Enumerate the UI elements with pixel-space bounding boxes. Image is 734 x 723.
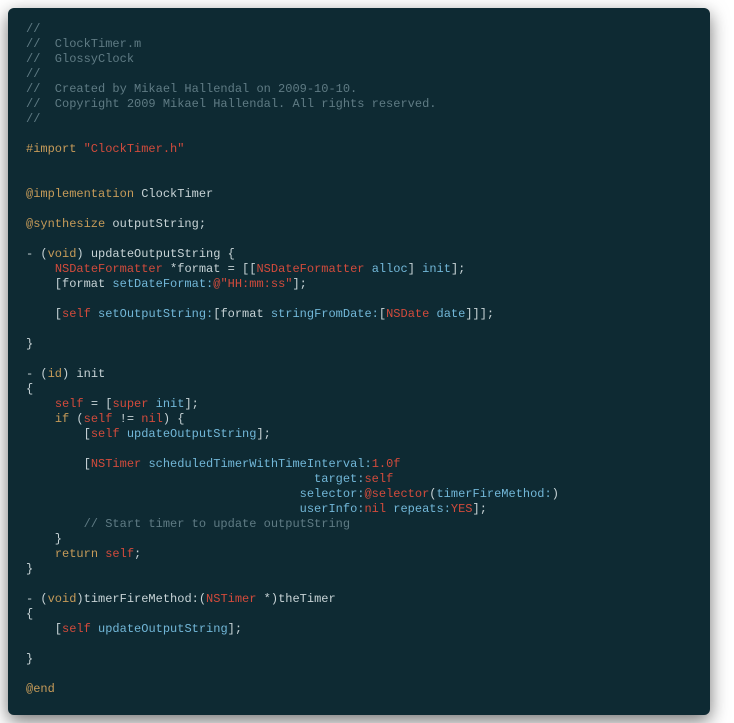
type-name: NSDate bbox=[386, 307, 429, 321]
method-signature: *)theTimer bbox=[256, 592, 335, 606]
selector: repeats: bbox=[393, 502, 451, 516]
string-literal: "HH:mm:ss" bbox=[220, 277, 292, 291]
end-keyword: @end bbox=[26, 682, 55, 696]
code-text: [format bbox=[213, 307, 271, 321]
comment-line: // bbox=[26, 67, 40, 81]
selector: init bbox=[422, 262, 451, 276]
self-keyword: self bbox=[62, 307, 91, 321]
selector: init bbox=[156, 397, 185, 411]
code-text bbox=[26, 412, 55, 426]
method-signature: ) updateOutputString { bbox=[76, 247, 234, 261]
code-text: ]; bbox=[256, 427, 270, 441]
type-name: NSTimer bbox=[91, 457, 141, 471]
code-text: = [ bbox=[84, 397, 113, 411]
code-text bbox=[429, 307, 436, 321]
comment-line: // bbox=[26, 22, 40, 36]
code-text: ]]]; bbox=[465, 307, 494, 321]
synthesize-keyword: @synthesize bbox=[26, 217, 105, 231]
super-keyword: super bbox=[112, 397, 148, 411]
method-signature: ) init bbox=[62, 367, 105, 381]
return-type: void bbox=[48, 592, 77, 606]
code-editor-view: // // ClockTimer.m // GlossyClock // // … bbox=[8, 8, 710, 715]
nil-keyword: nil bbox=[141, 412, 163, 426]
selector: date bbox=[437, 307, 466, 321]
property-name: outputString; bbox=[105, 217, 206, 231]
code-text: *format = [[ bbox=[163, 262, 257, 276]
code-block: // // ClockTimer.m // GlossyClock // // … bbox=[26, 22, 692, 697]
selector: updateOutputString bbox=[127, 427, 257, 441]
import-keyword: #import bbox=[26, 142, 84, 156]
method-signature: - ( bbox=[26, 592, 48, 606]
selector: target: bbox=[314, 472, 364, 486]
self-keyword: self bbox=[364, 472, 393, 486]
selector: stringFromDate: bbox=[271, 307, 379, 321]
code-text bbox=[26, 262, 55, 276]
comment-line: // bbox=[26, 112, 40, 126]
selector: setOutputString: bbox=[98, 307, 213, 321]
code-text bbox=[91, 307, 98, 321]
selector: scheduledTimerWithTimeInterval: bbox=[148, 457, 371, 471]
brace-close: } bbox=[26, 562, 33, 576]
method-signature: )timerFireMethod:( bbox=[76, 592, 206, 606]
code-text: != bbox=[112, 412, 141, 426]
code-text: ] bbox=[408, 262, 422, 276]
code-text: ]; bbox=[292, 277, 306, 291]
return-keyword: return bbox=[55, 547, 98, 561]
brace-close: } bbox=[26, 337, 33, 351]
number-literal: 1.0f bbox=[372, 457, 401, 471]
selector: selector: bbox=[300, 487, 365, 501]
nil-keyword: nil bbox=[364, 502, 386, 516]
type-name: NSDateFormatter bbox=[55, 262, 163, 276]
import-path: "ClockTimer.h" bbox=[84, 142, 185, 156]
selector: setDateFormat: bbox=[112, 277, 213, 291]
comment-line: // Start timer to update outputString bbox=[26, 517, 350, 531]
comment-line: // ClockTimer.m bbox=[26, 37, 141, 51]
brace-close: } bbox=[26, 652, 33, 666]
selector-keyword: @selector bbox=[364, 487, 429, 501]
code-text: ) bbox=[552, 487, 559, 501]
code-text: ]; bbox=[473, 502, 487, 516]
code-text: ; bbox=[134, 547, 141, 561]
selector-name: timerFireMethod: bbox=[436, 487, 551, 501]
code-text bbox=[26, 547, 55, 561]
code-text bbox=[365, 262, 372, 276]
code-text: [format bbox=[26, 277, 112, 291]
brace-open: { bbox=[26, 607, 33, 621]
code-text bbox=[148, 397, 155, 411]
comment-line: // GlossyClock bbox=[26, 52, 134, 66]
type-name: NSTimer bbox=[206, 592, 256, 606]
comment-line: // Created by Mikael Hallendal on 2009-1… bbox=[26, 82, 357, 96]
return-type: void bbox=[48, 247, 77, 261]
brace-open: { bbox=[26, 382, 33, 396]
selector: alloc bbox=[372, 262, 408, 276]
code-text: ]; bbox=[451, 262, 465, 276]
code-text: ) { bbox=[163, 412, 185, 426]
code-text: ( bbox=[69, 412, 83, 426]
method-signature: - ( bbox=[26, 247, 48, 261]
self-keyword: self bbox=[91, 427, 120, 441]
brace-close: } bbox=[26, 532, 62, 546]
yes-keyword: YES bbox=[451, 502, 473, 516]
code-text bbox=[26, 472, 314, 486]
method-signature: - ( bbox=[26, 367, 48, 381]
code-text: [ bbox=[26, 427, 91, 441]
comment-line: // Copyright 2009 Mikael Hallendal. All … bbox=[26, 97, 436, 111]
return-type: id bbox=[48, 367, 62, 381]
code-text bbox=[26, 502, 300, 516]
self-keyword: self bbox=[105, 547, 134, 561]
self-keyword: self bbox=[84, 412, 113, 426]
implementation-keyword: @implementation bbox=[26, 187, 134, 201]
type-name: NSDateFormatter bbox=[256, 262, 364, 276]
selector: userInfo: bbox=[300, 502, 365, 516]
if-keyword: if bbox=[55, 412, 69, 426]
code-text: ]; bbox=[184, 397, 198, 411]
class-name: ClockTimer bbox=[134, 187, 213, 201]
code-text bbox=[26, 487, 300, 501]
code-text: [ bbox=[379, 307, 386, 321]
code-text bbox=[26, 397, 55, 411]
code-text bbox=[120, 427, 127, 441]
code-text: [ bbox=[26, 307, 62, 321]
code-text: [ bbox=[26, 457, 91, 471]
self-keyword: self bbox=[55, 397, 84, 411]
